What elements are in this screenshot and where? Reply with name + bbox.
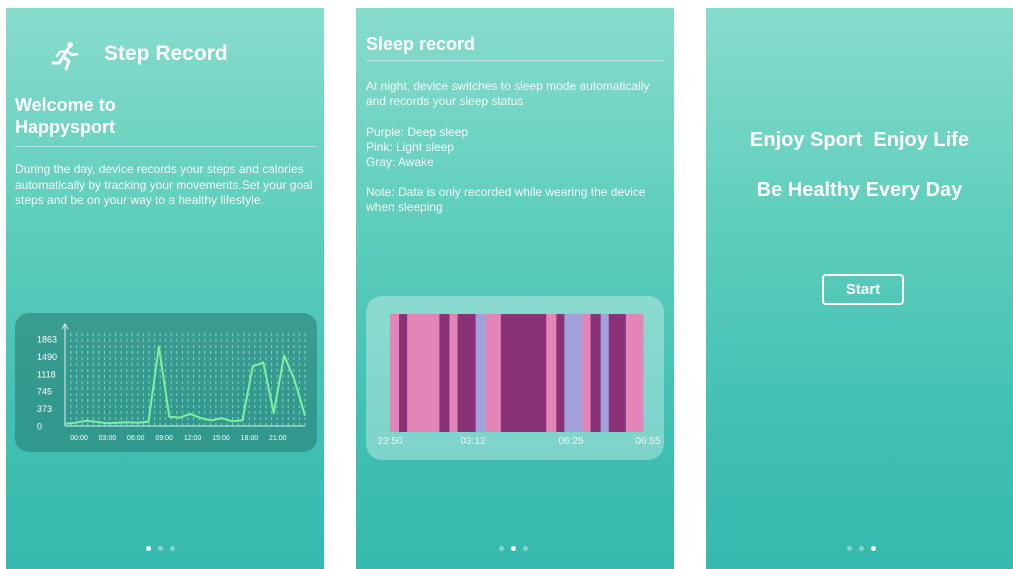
x-tick-label: 00:00 <box>70 435 88 442</box>
page-dot-active[interactable] <box>871 546 876 551</box>
x-tick-label: 15:00 <box>212 435 230 442</box>
x-tick-label: 21:00 <box>269 435 287 442</box>
step-description: During the day, device records your step… <box>15 162 313 207</box>
sleep-segment-deep <box>500 314 522 432</box>
sleep-segment-deep <box>439 314 450 432</box>
step-record-screen: Step Record Welcome to Happysport During… <box>6 8 324 569</box>
x-tick-label: 06:00 <box>127 435 145 442</box>
slogan-line-1: Enjoy Sport Enjoy Life <box>750 129 969 151</box>
page-dot[interactable] <box>499 546 504 551</box>
sleep-chart: 23:50 03:12 06:25 06:55 <box>377 314 661 447</box>
y-tick-label: 745 <box>37 387 52 397</box>
sleep-note: Note: Data is only recorded while wearin… <box>366 185 646 214</box>
sleep-segment-awake <box>564 314 583 432</box>
step-chart: 1863 1490 1118 745 373 0 00:00 03:00 06:00 09:00 1… <box>37 323 306 442</box>
time-tick-label: 03:12 <box>460 436 485 447</box>
step-chart-card: 1863 1490 1118 745 373 0 00:00 03:00 06:00 09:00 1… <box>15 313 317 452</box>
divider <box>15 146 317 147</box>
divider <box>366 60 664 61</box>
sleep-segment-light <box>582 314 591 432</box>
page-title: Step Record <box>104 42 228 65</box>
x-tick-label: 03:00 <box>99 435 117 442</box>
page-dot[interactable] <box>847 546 852 551</box>
y-tick-label: 1863 <box>37 335 57 345</box>
sleep-segment-deep <box>457 314 477 432</box>
steps-series-line <box>64 345 306 425</box>
sleep-segment-light <box>485 314 502 432</box>
sleep-segment-light <box>407 314 440 432</box>
page-title: Sleep record <box>366 34 476 54</box>
x-tick-label: 12:00 <box>184 435 202 442</box>
sleep-segment-deep <box>556 314 565 432</box>
page-indicator <box>847 546 876 552</box>
sleep-segment-deep <box>608 314 627 432</box>
page-indicator <box>146 546 175 552</box>
sleep-record-screen: Sleep record At night, device switches t… <box>356 8 674 569</box>
sleep-segment-light <box>625 314 644 432</box>
y-tick-label: 1118 <box>37 369 56 379</box>
sleep-segment-deep <box>521 314 547 432</box>
legend-light-sleep: Pink: Light sleep <box>366 140 455 154</box>
start-button[interactable]: Start <box>822 274 904 305</box>
time-tick-label: 06:55 <box>635 436 660 447</box>
page-dot[interactable] <box>170 546 175 551</box>
time-tick-label: 06:25 <box>558 436 583 447</box>
sleep-intro: At night, device switches to sleep mode … <box>366 79 650 108</box>
sleep-segment-light <box>390 314 400 432</box>
sleep-segment-deep <box>590 314 602 432</box>
welcome-heading: Welcome to Happysport <box>15 95 116 137</box>
sleep-segment-light <box>449 314 458 432</box>
sleep-segment-deep <box>399 314 408 432</box>
running-person-icon <box>51 42 79 71</box>
sleep-chart-card: 23:50 03:12 06:25 06:55 <box>366 296 664 460</box>
time-tick-label: 23:50 <box>377 436 402 447</box>
x-tick-label: 09:00 <box>155 435 173 442</box>
y-tick-label: 373 <box>37 404 52 414</box>
x-tick-label: 18:00 <box>241 435 259 442</box>
page-dot-active[interactable] <box>511 546 516 551</box>
y-tick-label: 1490 <box>37 352 57 362</box>
sleep-segment-awake <box>475 314 487 432</box>
welcome-start-screen: Enjoy Sport Enjoy Life Be Healthy Every … <box>706 8 1013 569</box>
y-tick-label: 0 <box>37 422 42 432</box>
page-dot[interactable] <box>523 546 528 551</box>
page-indicator <box>499 546 528 552</box>
sleep-segment-awake <box>600 314 610 432</box>
legend-awake: Gray: Awake <box>366 155 434 169</box>
page-dot-active[interactable] <box>146 546 151 551</box>
page-dot[interactable] <box>859 546 864 551</box>
slogan-line-2: Be Healthy Every Day <box>756 179 963 201</box>
legend-deep-sleep: Purple: Deep sleep <box>366 125 469 139</box>
sleep-segment-light <box>546 314 557 432</box>
page-dot[interactable] <box>158 546 163 551</box>
